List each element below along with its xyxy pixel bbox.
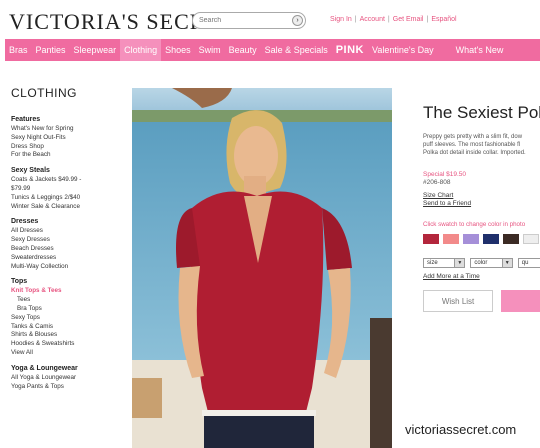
swatch-white[interactable] xyxy=(523,234,539,244)
swatch-instruction: Click swatch to change color in photo xyxy=(423,221,526,228)
sidebar-link[interactable]: View All xyxy=(11,349,121,358)
sidebar-group-features: Features What's New for Spring Sexy Nigh… xyxy=(11,116,121,160)
sidebar-link-active[interactable]: Knit Tops & Tees xyxy=(11,287,121,296)
sidebar-group-dresses: Dresses All Dresses Sexy Dresses Beach D… xyxy=(11,218,121,271)
nav-shoes[interactable]: Shoes xyxy=(161,39,195,61)
sidebar-link[interactable]: Sexy Night Out-Fits xyxy=(11,134,121,143)
swatch-lavender[interactable] xyxy=(463,234,479,244)
color-swatches xyxy=(423,234,540,244)
watermark: victoriassecret.com xyxy=(405,422,517,437)
sidebar-link[interactable]: All Yoga & Loungewear xyxy=(11,374,121,383)
model-image xyxy=(132,88,392,448)
sidebar-link[interactable]: What's New for Spring xyxy=(11,125,121,134)
description-line: Preppy gets pretty with a slim fit, dow xyxy=(423,134,523,140)
wish-list-button[interactable]: Wish List xyxy=(423,290,494,312)
separator: | xyxy=(387,16,390,23)
product-photo[interactable] xyxy=(132,88,392,448)
size-chart-link[interactable]: Size Chart xyxy=(423,192,540,199)
nav-swim[interactable]: Swim xyxy=(195,39,225,61)
chevron-down-icon: ▼ xyxy=(454,259,465,267)
sidebar-link[interactable]: Winter Sale & Clearance xyxy=(11,203,121,212)
get-email-link[interactable]: Get Email xyxy=(393,16,424,23)
sidebar-link[interactable]: Coats & Jackets $49.99 - xyxy=(11,176,121,185)
sidebar-link[interactable]: Yoga Pants & Tops xyxy=(11,383,121,392)
separator: | xyxy=(354,16,357,23)
sidebar-group-sexy-steals: Sexy Steals Coats & Jackets $49.99 - $79… xyxy=(11,167,121,211)
product-details: The Sexiest Polo Preppy gets pretty with… xyxy=(423,103,540,312)
nav-panties[interactable]: Panties xyxy=(32,39,70,61)
espanol-link[interactable]: Español xyxy=(431,16,456,23)
sidebar-link[interactable]: Sweaterdresses xyxy=(11,254,121,263)
sidebar-link[interactable]: Hoodies & Sweatshirts xyxy=(11,340,121,349)
search-input[interactable] xyxy=(199,15,287,26)
group-heading: Dresses xyxy=(11,218,39,226)
sidebar-link[interactable]: Multi-Way Collection xyxy=(11,263,121,272)
nav-sleepwear[interactable]: Sleepwear xyxy=(70,39,121,61)
sidebar-link[interactable]: $79.99 xyxy=(11,185,121,194)
color-select[interactable]: color ▼ xyxy=(470,258,513,268)
sidebar-link[interactable]: Shirts & Blouses xyxy=(11,331,121,340)
group-heading: Yoga & Loungewear xyxy=(11,364,78,372)
swatch-navy[interactable] xyxy=(483,234,499,244)
sidebar-sublink[interactable]: Tees xyxy=(11,296,121,305)
size-select-label: size xyxy=(427,260,438,266)
sidebar-link[interactable]: For the Beach xyxy=(11,151,121,160)
sidebar-sublink[interactable]: Bra Tops xyxy=(11,305,121,314)
product-title: The Sexiest Polo xyxy=(423,103,540,122)
product-description: Preppy gets pretty with a slim fit, dow … xyxy=(423,133,540,157)
quantity-select[interactable]: qu xyxy=(517,258,540,268)
chevron-down-icon: ▼ xyxy=(501,259,512,267)
sidebar-title: CLOTHING xyxy=(11,86,78,100)
sidebar-link[interactable]: Beach Dresses xyxy=(11,245,121,254)
swatch-coral[interactable] xyxy=(443,234,459,244)
top-links: Sign In | Account | Get Email | Español xyxy=(330,16,457,23)
option-selects: size ▼ color ▼ qu xyxy=(423,258,540,268)
action-buttons: Wish List xyxy=(423,290,540,312)
sidebar-link[interactable]: Tunics & Leggings 2/$40 xyxy=(11,194,121,203)
group-heading: Tops xyxy=(11,278,28,286)
color-select-label: color xyxy=(474,260,488,266)
sidebar-group-yoga: Yoga & Loungewear All Yoga & Loungewear … xyxy=(11,365,121,392)
sidebar-group-tops: Tops Knit Tops & Tees Tees Bra Tops Sexy… xyxy=(11,278,121,357)
main-nav: Bras Panties Sleepwear Clothing Shoes Sw… xyxy=(5,39,540,61)
group-heading: Sexy Steals xyxy=(11,167,50,175)
add-to-bag-button[interactable] xyxy=(501,290,540,312)
quantity-select-label: qu xyxy=(521,260,529,266)
nav-whats-new[interactable]: What's New xyxy=(438,39,508,61)
search-box[interactable]: › xyxy=(192,12,306,29)
nav-valentines-day[interactable]: Valentine's Day xyxy=(368,39,438,61)
product-sku: #206-808 xyxy=(423,179,451,186)
swatch-red[interactable] xyxy=(423,234,439,244)
group-heading: Features xyxy=(11,116,41,123)
add-more-link[interactable]: Add More at a Time xyxy=(423,273,540,280)
swatch-brown[interactable] xyxy=(503,234,519,244)
sidebar-link[interactable]: Tanks & Camis xyxy=(11,323,121,332)
nav-sale-specials[interactable]: Sale & Specials xyxy=(261,39,332,61)
size-select[interactable]: size ▼ xyxy=(423,258,466,268)
nav-beauty[interactable]: Beauty xyxy=(225,39,261,61)
description-line: puff sleeves. The most fashionable fl xyxy=(423,142,521,148)
send-to-friend-link[interactable]: Send to a Friend xyxy=(423,200,540,207)
nav-bras[interactable]: Bras xyxy=(5,39,32,61)
description-line: Polka dot detail inside collar. Imported… xyxy=(423,150,526,156)
sidebar-link[interactable]: All Dresses xyxy=(11,227,121,236)
search-go-button[interactable]: › xyxy=(292,15,303,26)
sidebar-link[interactable]: Sexy Tops xyxy=(11,314,121,323)
category-sidebar: CLOTHING Features What's New for Spring … xyxy=(11,86,121,398)
account-link[interactable]: Account xyxy=(360,16,385,23)
sidebar-link[interactable]: Dress Shop xyxy=(11,143,121,152)
nav-clothing[interactable]: Clothing xyxy=(120,39,162,61)
product-price: Special $19.50 xyxy=(423,171,467,178)
sign-in-link[interactable]: Sign In xyxy=(330,16,352,23)
separator: | xyxy=(426,16,429,23)
sidebar-link[interactable]: Sexy Dresses xyxy=(11,236,121,245)
nav-pink[interactable]: PINK xyxy=(332,39,368,61)
